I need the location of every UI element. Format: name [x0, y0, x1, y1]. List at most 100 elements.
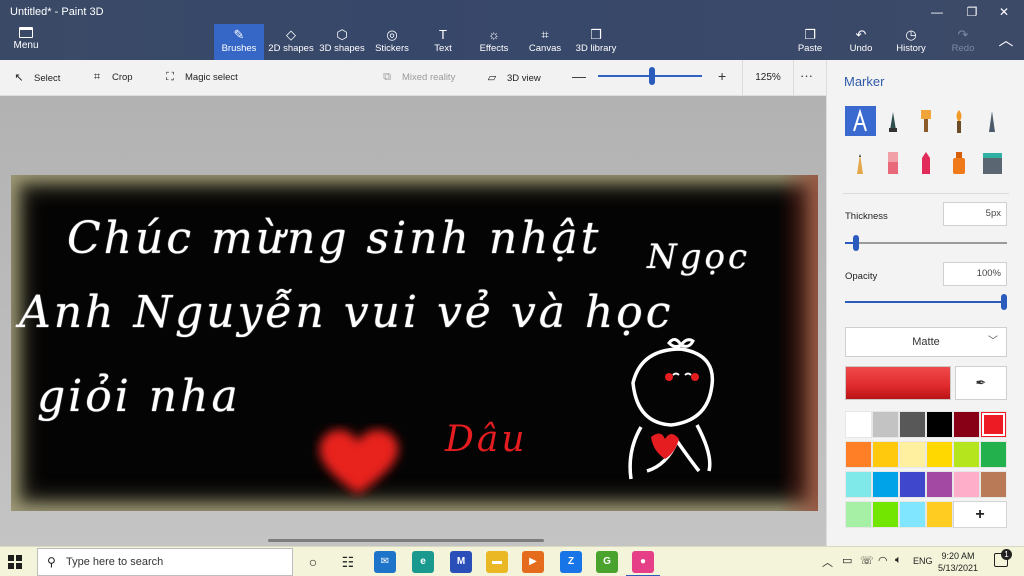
edge-icon[interactable]: e [412, 551, 434, 573]
maximize-button[interactable]: ❐ [955, 4, 989, 20]
eyedropper-button[interactable]: ✒ [955, 366, 1007, 400]
network-icon[interactable]: ☏ [860, 554, 874, 567]
crop-button[interactable]: ⌗ Crop [90, 71, 133, 84]
color-swatch[interactable] [845, 501, 872, 528]
tab-effects[interactable]: ☼ Effects [474, 24, 514, 60]
undo-button[interactable]: ↶ Undo [845, 24, 877, 60]
select-button[interactable]: ↖ Select [12, 71, 60, 84]
color-swatch[interactable] [899, 441, 926, 468]
color-swatch[interactable] [926, 441, 953, 468]
watercolor-button[interactable] [944, 106, 975, 136]
paste-button[interactable]: ❐ Paste [794, 24, 826, 60]
color-swatch[interactable] [980, 471, 1007, 498]
color-swatch[interactable] [872, 501, 899, 528]
widgets-icon[interactable]: ☷ [337, 551, 359, 573]
color-swatch[interactable] [899, 411, 926, 438]
magic-select-button[interactable]: ⛶ Magic select [163, 71, 238, 84]
meet-now-icon[interactable]: ▭ [842, 554, 852, 567]
clock[interactable]: 9:20 AM 5/13/2021 [930, 550, 986, 574]
eraser-icon [888, 152, 898, 174]
minimize-button[interactable]: — [920, 4, 954, 20]
color-swatch[interactable] [872, 471, 899, 498]
crayon-button[interactable] [911, 148, 942, 178]
close-button[interactable]: ✕ [987, 4, 1021, 20]
volume-icon[interactable]: 🔈︎ [895, 554, 902, 567]
marker-brush-button[interactable] [845, 106, 876, 136]
color-swatch[interactable] [899, 501, 926, 528]
zoom-slider-thumb[interactable] [649, 67, 656, 85]
redo-button[interactable]: ↷ Redo [948, 24, 978, 60]
panel-title: Marker [844, 74, 885, 89]
color-swatch[interactable] [953, 471, 980, 498]
color-swatch[interactable] [980, 411, 1007, 438]
current-color-swatch[interactable] [845, 366, 951, 400]
3d-view-button[interactable]: ▱ 3D view [485, 71, 541, 84]
eraser-button[interactable] [878, 148, 909, 178]
color-swatch[interactable] [845, 441, 872, 468]
color-swatch[interactable] [953, 411, 980, 438]
task-view-icon[interactable]: ○ [302, 551, 324, 573]
thickness-label: Thickness [845, 211, 888, 222]
thickness-slider[interactable] [845, 242, 1007, 244]
drawing-canvas[interactable]: Chúc mừng sinh nhật Ngọc Anh Nguyễn vui … [11, 175, 818, 511]
zalo-icon[interactable]: Z [560, 551, 582, 573]
add-color-button[interactable]: + [953, 501, 1007, 528]
color-swatch[interactable] [953, 441, 980, 468]
tab-canvas[interactable]: ⌗ Canvas [526, 24, 564, 60]
tab-3d-shapes[interactable]: ⬡ 3D shapes [318, 24, 366, 60]
tab-3d-library[interactable]: ❒ 3D library [572, 24, 620, 60]
menu-button[interactable]: Menu [0, 24, 52, 60]
spray-can-button[interactable] [944, 148, 975, 178]
color-swatch[interactable] [845, 471, 872, 498]
color-swatch[interactable] [872, 411, 899, 438]
tab-2d-shapes[interactable]: ◇ 2D shapes [266, 24, 316, 60]
marker-icon [853, 108, 867, 132]
redo-icon: ↷ [957, 27, 969, 42]
color-swatch[interactable] [926, 411, 953, 438]
finish-dropdown[interactable]: Matte ﹀ [845, 327, 1007, 357]
zoom-in-button[interactable]: + [718, 68, 726, 84]
fill-button[interactable] [977, 148, 1008, 178]
app-green-icon[interactable]: G [596, 551, 618, 573]
color-swatch[interactable] [926, 501, 953, 528]
paint-3d-icon[interactable]: ● [626, 551, 660, 576]
history-button[interactable]: ◷ History [893, 24, 929, 60]
more-options-button[interactable]: ··· [800, 68, 813, 83]
color-swatch[interactable] [926, 471, 953, 498]
color-swatch[interactable] [845, 411, 872, 438]
media-player-icon[interactable]: ▶ [522, 551, 544, 573]
opacity-input[interactable]: 100% [943, 262, 1007, 286]
opacity-slider-thumb[interactable] [1001, 294, 1007, 310]
tab-stickers[interactable]: ◎ Stickers [370, 24, 414, 60]
taskbar-search-box[interactable]: ⚲ Type here to search [37, 548, 293, 576]
zoom-percentage[interactable]: 125% [742, 60, 794, 96]
calligraphy-pen-button[interactable] [878, 106, 909, 136]
pixel-pen-button[interactable] [977, 106, 1008, 136]
pencil-button[interactable] [845, 148, 876, 178]
history-icon: ◷ [905, 27, 917, 42]
file-explorer-icon[interactable]: ▬ [486, 551, 508, 573]
zoom-out-button[interactable]: — [572, 68, 586, 84]
app-blue-icon[interactable]: M [450, 551, 472, 573]
thickness-input[interactable]: 5px [943, 202, 1007, 226]
tab-text[interactable]: T Text [424, 24, 462, 60]
wifi-icon[interactable]: ◠ [878, 554, 888, 567]
canvas-icon: ⌗ [541, 27, 549, 42]
mail-icon[interactable]: ✉ [374, 551, 396, 573]
thickness-slider-thumb[interactable] [853, 235, 860, 251]
collapse-toolbar-button[interactable]: ︿ [994, 24, 1018, 60]
start-button[interactable] [8, 555, 22, 569]
color-swatch[interactable] [899, 471, 926, 498]
crayon-icon [922, 152, 930, 174]
color-swatch[interactable] [872, 441, 899, 468]
mixed-reality-button[interactable]: ⧉ Mixed reality [380, 71, 455, 84]
eyedropper-icon: ✒ [975, 375, 987, 390]
app-header: Untitled* - Paint 3D — ❐ ✕ Menu ✎ Brushe… [0, 0, 1024, 60]
horizontal-scrollbar[interactable] [268, 539, 544, 542]
oil-brush-button[interactable] [911, 106, 942, 136]
color-swatch[interactable] [980, 441, 1007, 468]
tab-brushes[interactable]: ✎ Brushes [214, 24, 264, 60]
show-hidden-icons-button[interactable]: ︿ [822, 554, 833, 570]
2d-shapes-icon: ◇ [286, 27, 296, 42]
pencil-icon [857, 154, 863, 174]
